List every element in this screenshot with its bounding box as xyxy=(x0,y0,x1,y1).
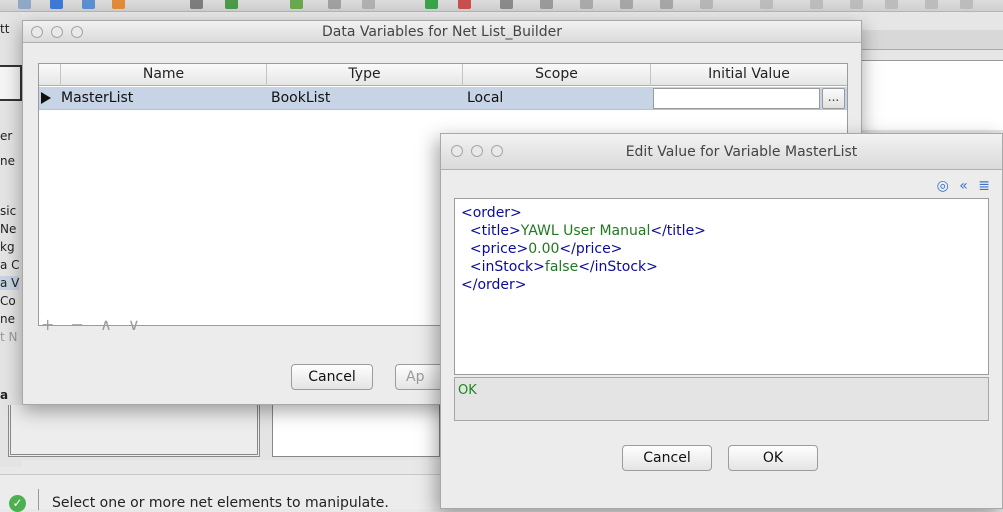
background-bottom-panels xyxy=(0,405,440,460)
status-divider xyxy=(38,489,39,510)
xml-line: </order> xyxy=(461,277,527,293)
apply-button-label: Ap xyxy=(406,369,425,385)
strip-text: sic xyxy=(0,204,17,218)
window-title: Data Variables for Net List_Builder xyxy=(321,24,563,40)
xml-line: <price>0.00</price> xyxy=(469,241,623,257)
collapse-left-icon[interactable]: « xyxy=(959,178,968,194)
add-variable-button[interactable]: + xyxy=(41,315,54,334)
app-toolbar xyxy=(0,0,1003,12)
toolbar-icon[interactable] xyxy=(540,0,553,9)
ok-button-label: OK xyxy=(762,450,784,466)
column-header-type[interactable]: Type xyxy=(267,64,463,86)
background-properties-panel xyxy=(862,60,1003,130)
xml-line: <inStock>false</inStock> xyxy=(469,259,658,275)
validation-status: OK xyxy=(454,377,989,421)
toolbar-icon[interactable] xyxy=(425,0,438,9)
column-header-name[interactable]: Name xyxy=(61,64,267,86)
cancel-button[interactable]: Cancel xyxy=(291,364,373,390)
toolbar-icon[interactable] xyxy=(760,0,773,9)
strip-text: ne xyxy=(0,154,15,168)
cell-scope[interactable]: Local xyxy=(467,87,503,110)
toolbar-icon[interactable] xyxy=(620,0,633,9)
toolbar-icon[interactable] xyxy=(225,0,238,9)
toolbar-icon[interactable] xyxy=(580,0,593,9)
column-header-initial-value[interactable]: Initial Value xyxy=(651,64,847,86)
remove-variable-button[interactable]: − xyxy=(71,315,84,334)
toolbar-icon[interactable] xyxy=(112,0,125,9)
cell-name[interactable]: MasterList xyxy=(61,87,133,110)
strip-text: tt xyxy=(0,22,10,36)
toolbar-icon[interactable] xyxy=(50,0,63,9)
background-panel xyxy=(272,405,440,457)
toolbar-icon[interactable] xyxy=(290,0,303,9)
initial-value-input[interactable] xyxy=(653,88,820,109)
table-controls: + − ∧ ∨ xyxy=(41,315,152,335)
strip-text: er xyxy=(0,129,13,143)
cancel-button-label: Cancel xyxy=(643,450,691,466)
move-down-button[interactable]: ∨ xyxy=(128,315,140,334)
target-icon[interactable]: ◎ xyxy=(937,178,949,194)
move-up-button[interactable]: ∧ xyxy=(100,315,112,334)
strip-text: kg xyxy=(0,240,15,254)
toolbar-icon[interactable] xyxy=(458,0,471,9)
edit-value-button[interactable]: ... xyxy=(822,88,845,109)
xml-line: <order> xyxy=(461,205,522,221)
window-title: Edit Value for Variable MasterList xyxy=(625,144,858,160)
editor-toolbar: ◎ « ≣ xyxy=(931,178,990,194)
strip-text: t N xyxy=(0,330,18,344)
strip-text: a V xyxy=(0,276,20,290)
toolbar-icon[interactable] xyxy=(885,0,898,9)
strip-text: Co xyxy=(0,294,16,308)
strip-text: Ne xyxy=(0,222,17,236)
cancel-button[interactable]: Cancel xyxy=(622,445,712,471)
toolbar-icon[interactable] xyxy=(362,0,375,9)
row-pointer-icon xyxy=(41,92,51,104)
toolbar-icon[interactable] xyxy=(700,0,713,9)
edit-value-dialog: Edit Value for Variable MasterList ◎ « ≣… xyxy=(440,133,1003,509)
toolbar-icon[interactable] xyxy=(18,0,31,9)
column-header-scope[interactable]: Scope xyxy=(463,64,651,86)
toolbar-icon[interactable] xyxy=(190,0,203,9)
toolbar-icon[interactable] xyxy=(810,0,823,9)
toolbar-icon[interactable] xyxy=(328,0,341,9)
table-row[interactable]: MasterList BookList Local ... xyxy=(39,87,847,110)
xml-value-editor[interactable]: <order> <title>YAWL User Manual</title> … xyxy=(454,198,989,375)
cancel-button-label: Cancel xyxy=(308,369,356,385)
close-window-button[interactable] xyxy=(451,145,463,157)
background-box xyxy=(0,65,22,101)
background-panel xyxy=(8,405,260,457)
toolbar-icon[interactable] xyxy=(660,0,673,9)
toolbar-icon[interactable] xyxy=(500,0,513,9)
ok-button[interactable]: OK xyxy=(728,445,818,471)
strip-text: a xyxy=(0,388,9,402)
xml-line: <title>YAWL User Manual</title> xyxy=(469,223,706,239)
background-tab-strip xyxy=(862,30,1003,50)
toolbar-icon[interactable] xyxy=(850,0,863,9)
column-header-row-marker xyxy=(39,64,61,86)
title-bar[interactable]: Data Variables for Net List_Builder xyxy=(23,21,861,43)
toolbar-icon[interactable] xyxy=(82,0,95,9)
title-bar[interactable]: Edit Value for Variable MasterList xyxy=(441,134,1002,170)
cell-type[interactable]: BookList xyxy=(271,87,330,110)
strip-text: a C xyxy=(0,258,20,272)
toolbar-icon[interactable] xyxy=(925,0,938,9)
toolbar-icon[interactable] xyxy=(960,0,973,9)
table-header: Name Type Scope Initial Value xyxy=(39,64,847,86)
align-icon[interactable]: ≣ xyxy=(978,178,990,194)
strip-text: ne xyxy=(0,312,15,326)
checkmark-icon: ✓ xyxy=(9,495,26,512)
